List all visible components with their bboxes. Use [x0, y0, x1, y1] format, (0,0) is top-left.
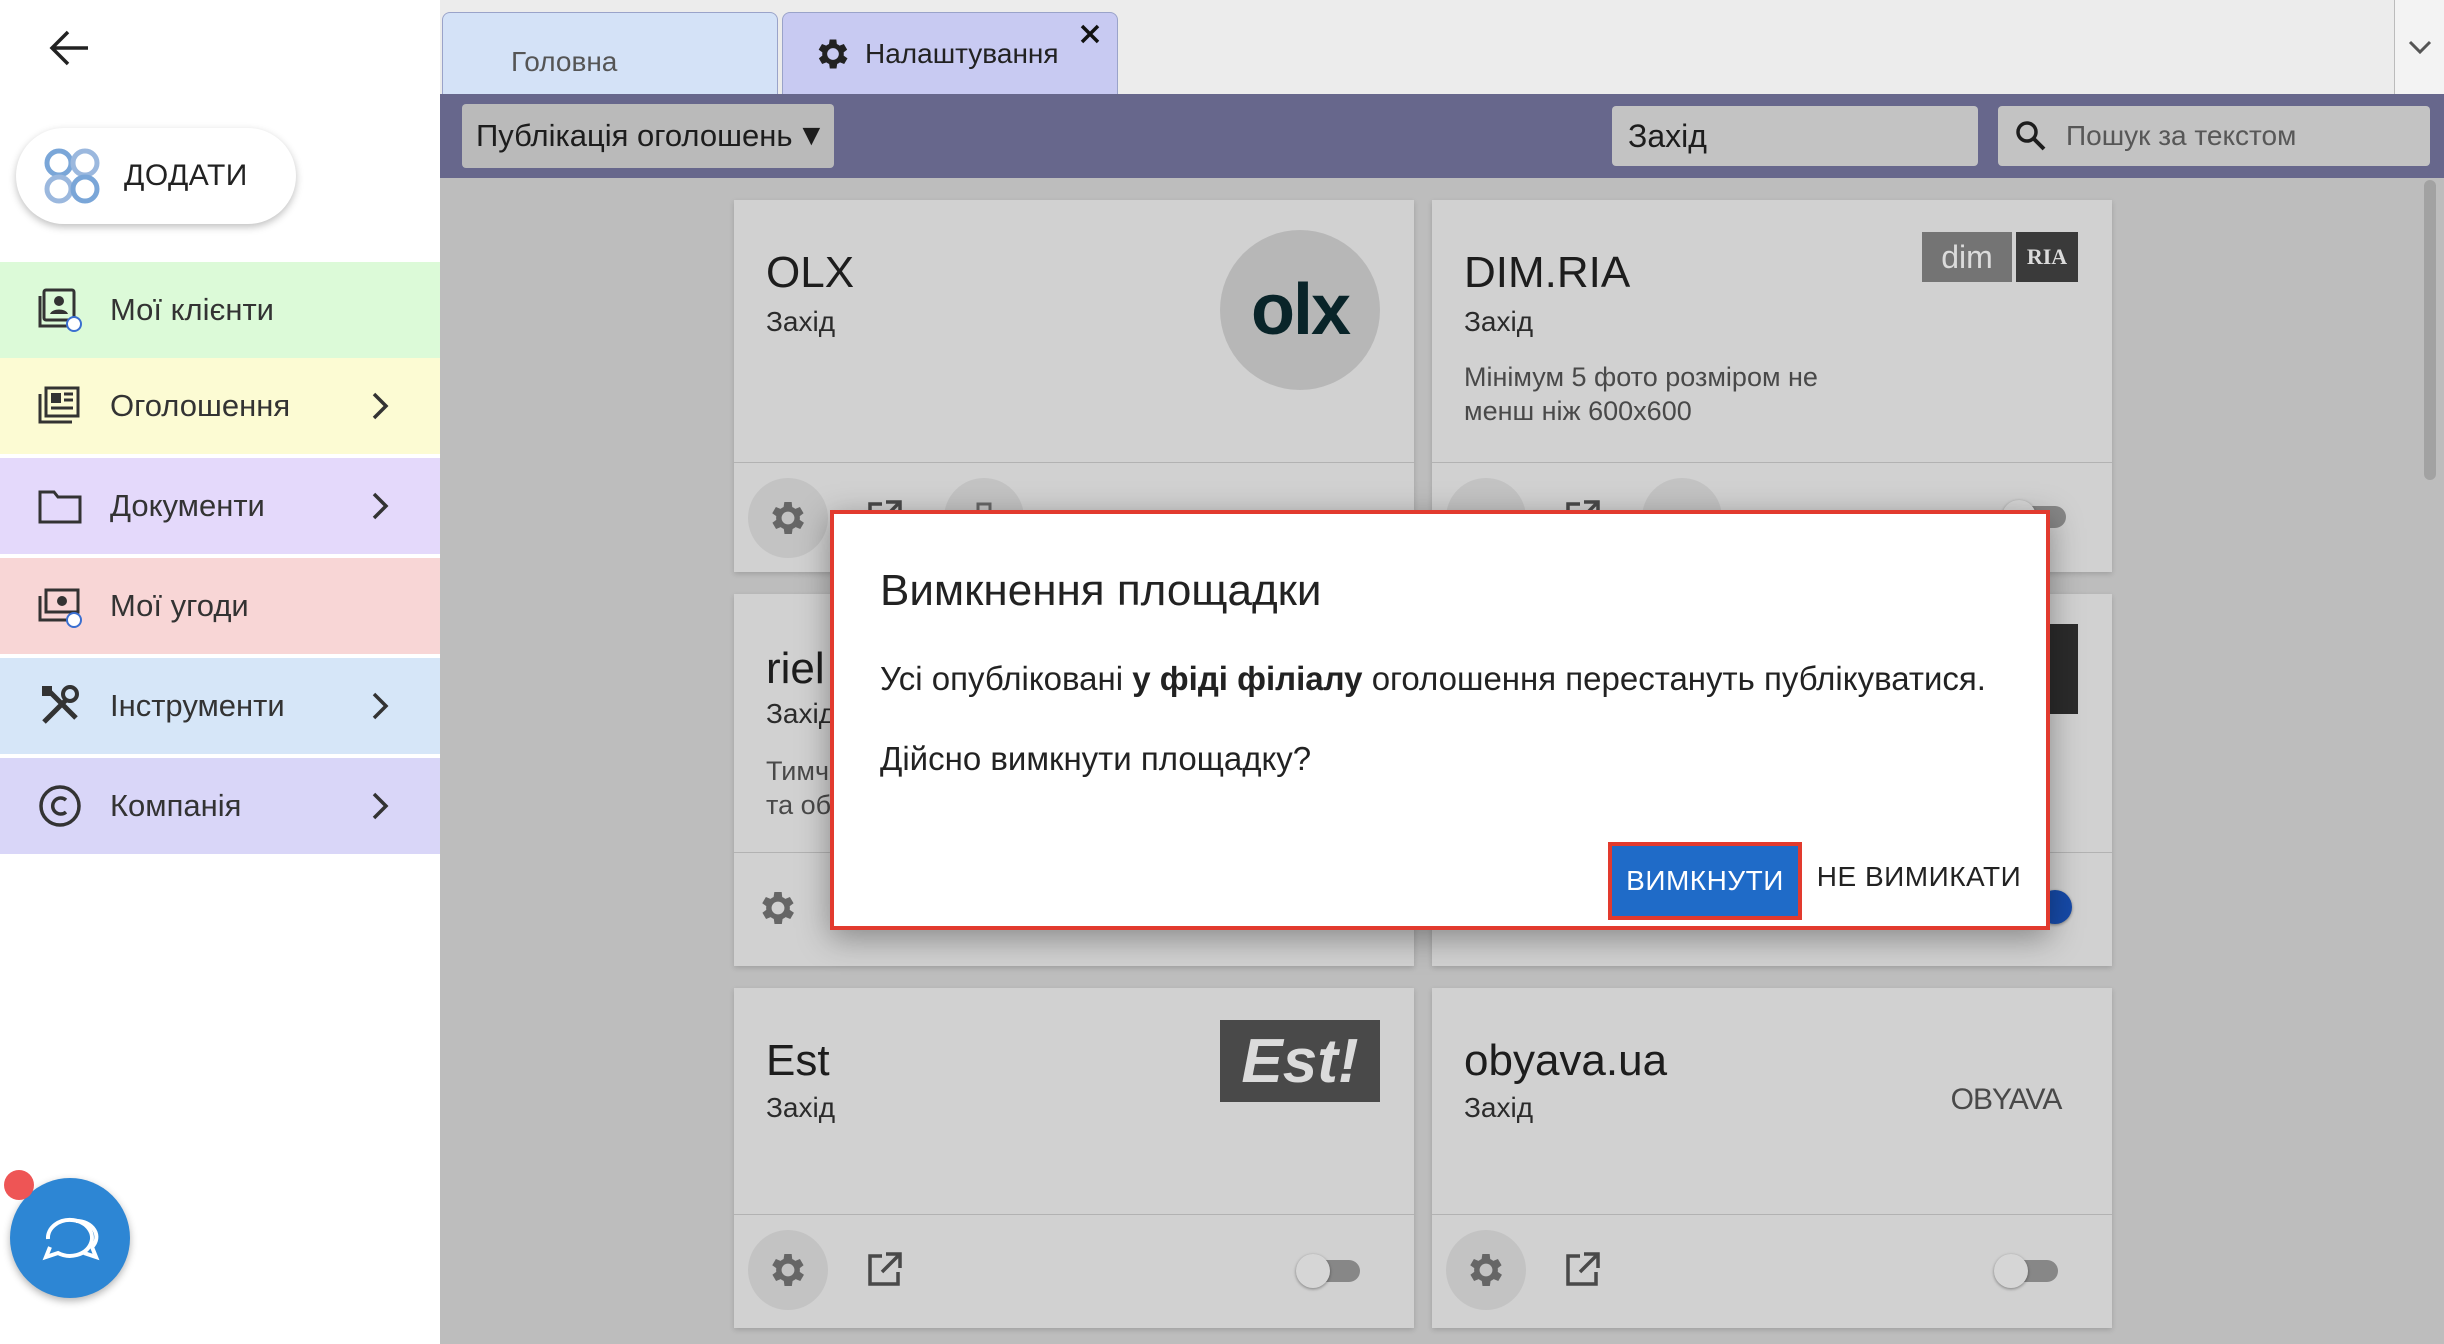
chevron-right-icon: [372, 492, 389, 520]
tab-label: Налаштування: [865, 37, 1059, 69]
chat-bubbles-icon: [42, 1217, 100, 1261]
sidebar-item-documents[interactable]: Документи: [0, 458, 440, 554]
sidebar-item-deals[interactable]: Мої угоди: [0, 558, 440, 654]
chevron-down-icon: [2408, 40, 2431, 55]
sidebar-item-label: Інструменти: [110, 688, 285, 723]
dialog-body: Усі опубліковані у фіді філіалу оголошен…: [880, 660, 1986, 698]
chevron-right-icon: [372, 392, 389, 420]
tabs-dropdown-button[interactable]: [2394, 0, 2444, 94]
dialog-body-prefix: Усі опубліковані: [880, 660, 1133, 697]
chevron-right-icon: [372, 692, 389, 720]
cancel-button[interactable]: НЕ ВИМИКАТИ: [1814, 842, 2024, 912]
sidebar-item-label: Документи: [110, 488, 265, 523]
gear-icon: [813, 34, 853, 74]
sidebar-item-label: Компанія: [110, 788, 242, 823]
confirm-disable-button[interactable]: ВИМКНУТИ: [1608, 842, 1802, 920]
back-arrow-icon[interactable]: [40, 20, 100, 76]
tab-label: Головна: [511, 45, 618, 77]
add-button-label: ДОДАТИ: [124, 159, 248, 192]
dialog-body-bold: у фіді філіалу: [1132, 660, 1363, 697]
add-logo-icon: [40, 144, 104, 208]
sidebar-item-label: Мої клієнти: [110, 292, 274, 327]
clients-icon: [30, 280, 90, 340]
dialog-body-suffix: оголошення перестануть публікуватися.: [1362, 660, 1986, 697]
tab-settings[interactable]: Налаштування: [782, 12, 1118, 94]
sidebar-item-tools[interactable]: Інструменти: [0, 658, 440, 754]
folder-icon: [30, 476, 90, 536]
dialog-question: Дійсно вимкнути площадку?: [880, 740, 1312, 777]
tools-icon: [30, 676, 90, 736]
add-button[interactable]: ДОДАТИ: [16, 128, 296, 224]
sidebar-item-label: Оголошення: [110, 388, 291, 423]
sidebar-item-listings[interactable]: Оголошення: [0, 358, 440, 454]
copyright-icon: [30, 776, 90, 836]
listings-icon: [30, 376, 90, 436]
notification-dot: [4, 1170, 34, 1200]
sidebar-item-company[interactable]: Компанія: [0, 758, 440, 854]
sidebar-item-label: Мої угоди: [110, 588, 249, 623]
dialog-title: Вимкнення площадки: [880, 566, 1322, 615]
close-icon[interactable]: [1070, 14, 1110, 54]
sidebar-item-clients[interactable]: Мої клієнти: [0, 262, 440, 358]
chevron-right-icon: [372, 792, 389, 820]
deals-icon: [30, 576, 90, 636]
tab-home[interactable]: Головна: [442, 12, 778, 94]
disable-platform-dialog: Вимкнення площадки Усі опубліковані у фі…: [830, 510, 2050, 930]
